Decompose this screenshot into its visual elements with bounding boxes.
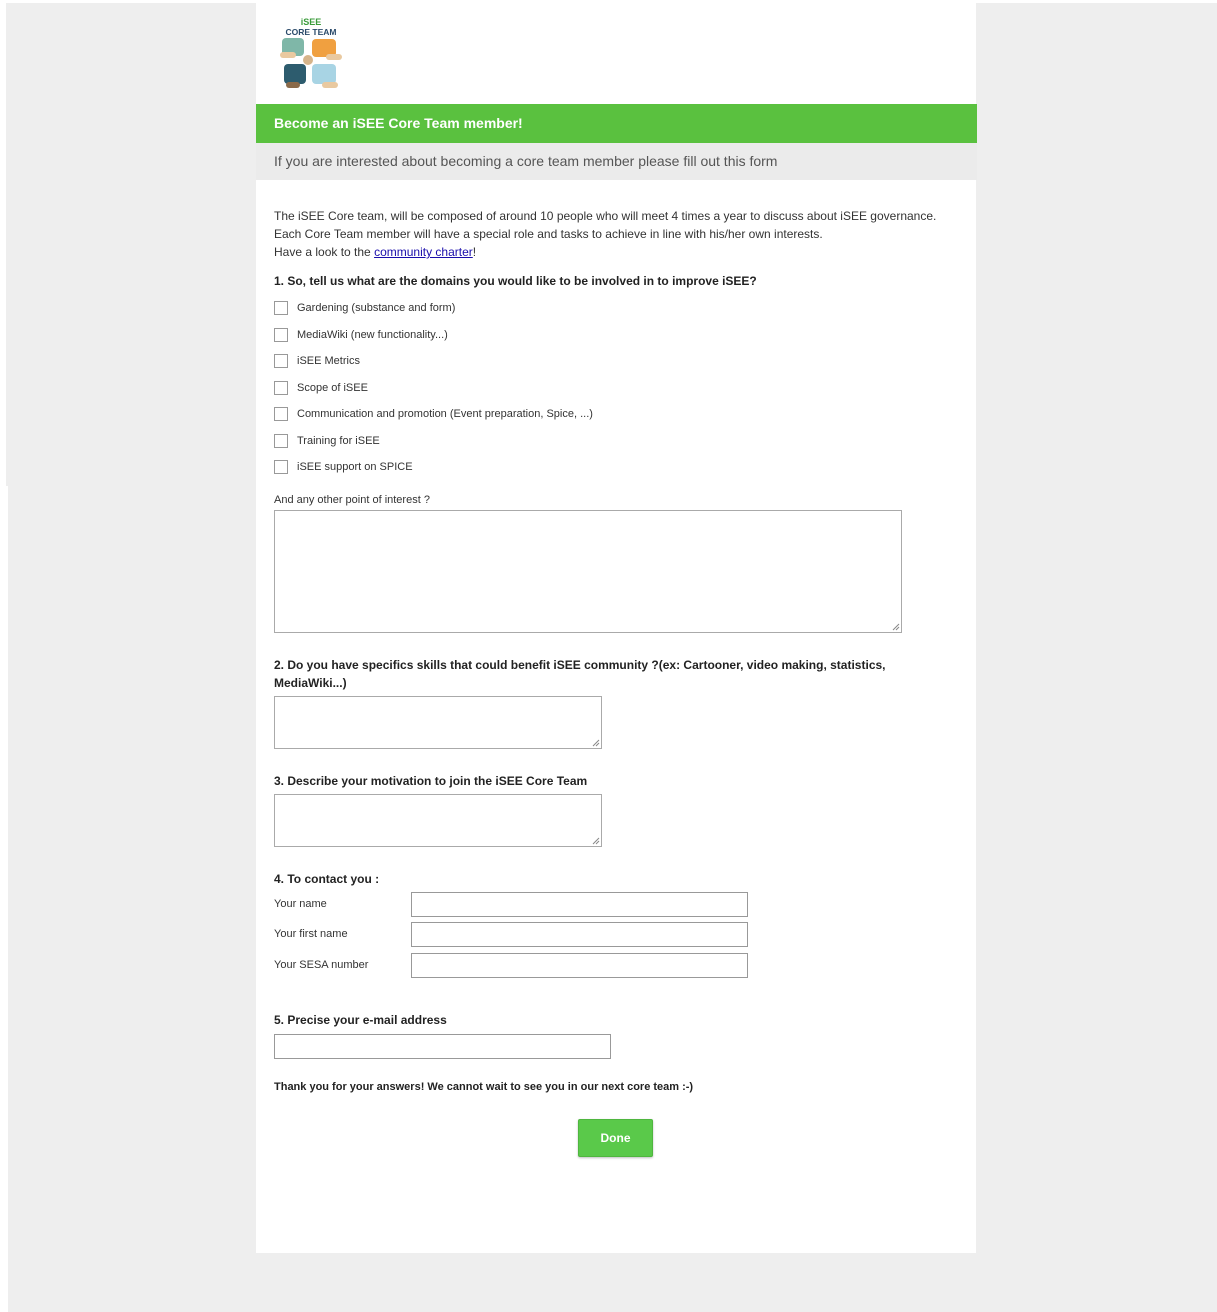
page-background-bottom [256, 1253, 976, 1312]
option-row[interactable]: iSEE Metrics [274, 353, 360, 369]
form-subtitle-bar: If you are interested about becoming a c… [256, 143, 977, 180]
option-label: Communication and promotion (Event prepa… [297, 408, 593, 420]
checkbox[interactable] [274, 460, 288, 474]
done-button[interactable]: Done [578, 1119, 653, 1157]
email-input[interactable] [274, 1034, 611, 1059]
intro-line-3-suffix: ! [472, 245, 477, 259]
question-4-title: 4. To contact you : [274, 872, 380, 886]
other-interest-textarea[interactable] [274, 510, 902, 633]
isee-core-team-logo: iSEE CORE TEAM [278, 16, 344, 92]
option-label: iSEE support on SPICE [297, 461, 413, 473]
community-charter-link[interactable]: community charter [374, 245, 473, 259]
option-row[interactable]: MediaWiki (new functionality...) [274, 327, 448, 343]
checkbox[interactable] [274, 434, 288, 448]
other-interest-label: And any other point of interest ? [274, 494, 430, 506]
name-input[interactable] [411, 892, 748, 917]
form-title: Become an iSEE Core Team member! [274, 115, 523, 131]
question-3-title: 3. Describe your motivation to join the … [274, 774, 588, 788]
option-label: Training for iSEE [297, 435, 380, 447]
option-label: iSEE Metrics [297, 355, 360, 367]
checkbox[interactable] [274, 381, 288, 395]
first-name-input[interactable] [411, 922, 748, 947]
resize-grip-icon[interactable] [592, 837, 600, 845]
intro-line-3-prefix: Have a look to the [274, 245, 375, 259]
resize-grip-icon[interactable] [592, 739, 600, 747]
intro-text: The iSEE Core team, will be composed of … [274, 207, 954, 261]
question-2-line-1: 2. Do you have specifics skills that cou… [274, 658, 886, 672]
option-label: MediaWiki (new functionality...) [297, 329, 448, 341]
question-2-title: 2. Do you have specifics skills that cou… [274, 656, 886, 692]
sesa-number-input[interactable] [411, 953, 748, 978]
question-1-title: 1. So, tell us what are the domains you … [274, 274, 757, 288]
option-row[interactable]: Gardening (substance and form) [274, 300, 455, 316]
option-row[interactable]: Training for iSEE [274, 433, 380, 449]
checkbox[interactable] [274, 301, 288, 315]
intro-line-2: Each Core Team member will have a specia… [274, 227, 823, 241]
first-name-label: Your first name [274, 928, 348, 940]
name-label: Your name [274, 898, 327, 910]
option-label: Gardening (substance and form) [297, 302, 456, 314]
form-title-bar: Become an iSEE Core Team member! [256, 104, 977, 143]
motivation-textarea[interactable] [274, 794, 602, 847]
question-5-title: 5. Precise your e-mail address [274, 1013, 447, 1027]
option-row[interactable]: Communication and promotion (Event prepa… [274, 406, 593, 422]
intro-line-3: Have a look to the community charter! [274, 243, 954, 261]
skills-textarea[interactable] [274, 696, 602, 749]
resize-grip-icon[interactable] [892, 623, 900, 631]
option-row[interactable]: iSEE support on SPICE [274, 459, 413, 475]
logo-text-isee: iSEE [301, 17, 322, 27]
question-2-line-2: MediaWiki...) [274, 676, 347, 690]
checkbox[interactable] [274, 328, 288, 342]
logo-text-core-team: CORE TEAM [286, 27, 337, 37]
sesa-number-label: Your SESA number [274, 959, 369, 971]
checkbox[interactable] [274, 407, 288, 421]
page-background-right [976, 486, 1217, 1312]
checkbox[interactable] [274, 354, 288, 368]
thank-you-message: Thank you for your answers! We cannot wa… [274, 1081, 694, 1093]
form-subtitle: If you are interested about becoming a c… [274, 153, 778, 169]
intro-line-1: The iSEE Core team, will be composed of … [274, 209, 937, 223]
option-row[interactable]: Scope of iSEE [274, 380, 368, 396]
option-label: Scope of iSEE [297, 382, 368, 394]
page-background-left [8, 486, 256, 1312]
